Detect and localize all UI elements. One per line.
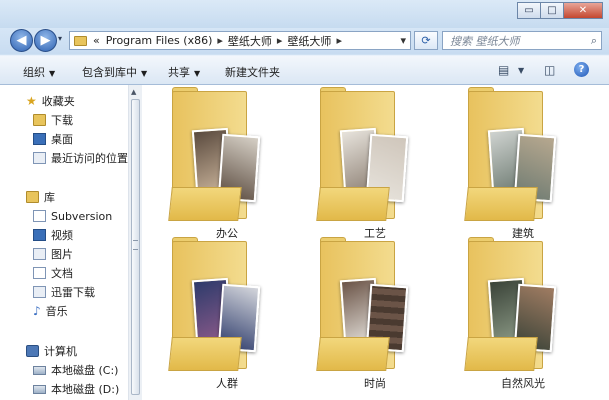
explorer-window: ▭ □ ✕ ◀ ▶ ▾ « Program Files (x86) ▸ 壁纸大师… bbox=[0, 0, 609, 400]
address-dropdown-icon[interactable]: ▾ bbox=[400, 34, 406, 47]
navigation-pane-scrollbar[interactable]: ▲ bbox=[128, 85, 142, 400]
search-icon[interactable]: ⌕ bbox=[591, 34, 597, 48]
scroll-up-arrow-icon[interactable]: ▲ bbox=[131, 88, 136, 96]
chevron-down-icon: ▼ bbox=[49, 69, 56, 78]
breadcrumb-program-files[interactable]: Program Files (x86) bbox=[106, 34, 213, 47]
folder-item[interactable]: 工艺 bbox=[305, 87, 415, 240]
breadcrumb-bizhidashi-current[interactable]: 壁纸大师 bbox=[287, 33, 331, 49]
navigation-bar: ◀ ▶ ▾ « Program Files (x86) ▸ 壁纸大师 ▸ 壁纸大… bbox=[0, 28, 609, 54]
sidebar-item-subversion[interactable]: Subversion bbox=[33, 207, 112, 225]
view-options-chevron-icon[interactable]: ▼ bbox=[518, 66, 524, 75]
pictures-icon bbox=[33, 248, 46, 260]
breadcrumb-arrow-icon[interactable]: ▸ bbox=[336, 34, 342, 47]
folder-thumbnail-icon bbox=[464, 237, 563, 371]
address-bar[interactable]: « Program Files (x86) ▸ 壁纸大师 ▸ 壁纸大师 ▸ ▾ bbox=[69, 31, 411, 50]
sidebar-item-videos[interactable]: 视频 bbox=[33, 226, 73, 244]
downloads-folder-icon bbox=[33, 114, 46, 126]
folder-item[interactable]: 自然风光 bbox=[453, 237, 563, 390]
sidebar-item-drive-c[interactable]: 本地磁盘 (C:) bbox=[33, 361, 118, 379]
star-icon: ★ bbox=[26, 94, 37, 108]
sidebar-item-music[interactable]: ♪ 音乐 bbox=[33, 302, 68, 320]
folder-name: 人群 bbox=[216, 377, 238, 390]
folder-thumbnail-icon bbox=[168, 237, 267, 371]
music-icon: ♪ bbox=[33, 304, 41, 318]
breadcrumb-overflow[interactable]: « bbox=[93, 34, 100, 47]
video-icon bbox=[33, 229, 46, 241]
folder-item[interactable]: 人群 bbox=[157, 237, 267, 390]
navigation-pane: ★ 收藏夹 下载 桌面 最近访问的位置 库 Subversion 视频 图片 文… bbox=[0, 85, 129, 400]
breadcrumb-arrow-icon[interactable]: ▸ bbox=[217, 34, 223, 47]
folder-item[interactable]: 办公 bbox=[157, 87, 267, 240]
forward-button[interactable]: ▶ bbox=[34, 29, 57, 52]
sidebar-item-documents[interactable]: 文档 bbox=[33, 264, 73, 282]
sidebar-item-desktop[interactable]: 桌面 bbox=[33, 130, 73, 148]
library-icon bbox=[26, 191, 39, 203]
preview-pane-icon[interactable]: ◫ bbox=[544, 63, 555, 77]
search-placeholder: 搜索 壁纸大师 bbox=[450, 34, 520, 48]
folder-item[interactable]: 建筑 bbox=[453, 87, 563, 240]
new-folder-button[interactable]: 新建文件夹 bbox=[225, 64, 280, 80]
folder-item[interactable]: 时尚 bbox=[305, 237, 415, 390]
minimize-button[interactable]: ▭ bbox=[517, 2, 541, 19]
file-list: 办公 工艺 建筑 人群 时尚 自然风光 bbox=[142, 85, 609, 400]
folder-thumbnail-icon bbox=[168, 87, 267, 221]
drive-c-icon bbox=[33, 365, 46, 375]
breadcrumb-bizhidashi[interactable]: 壁纸大师 bbox=[228, 33, 272, 49]
folder-thumbnail-icon bbox=[464, 87, 563, 221]
chevron-down-icon: ▼ bbox=[141, 69, 148, 78]
title-bar: ▭ □ ✕ bbox=[0, 0, 609, 28]
sidebar-item-recent-places[interactable]: 最近访问的位置 bbox=[33, 149, 128, 167]
folder-thumbnail-icon bbox=[316, 237, 415, 371]
sidebar-item-downloads[interactable]: 下载 bbox=[33, 111, 73, 129]
help-icon[interactable]: ? bbox=[574, 62, 589, 77]
folder-name: 自然风光 bbox=[501, 377, 545, 390]
maximize-button[interactable]: □ bbox=[540, 2, 564, 19]
folder-icon bbox=[74, 35, 87, 46]
search-box[interactable]: 搜索 壁纸大师 ⌕ bbox=[442, 31, 602, 50]
sidebar-item-computer[interactable]: 计算机 bbox=[26, 342, 77, 360]
command-bar: 组织 ▼ 包含到库中 ▼ 共享 ▼ 新建文件夹 ▤ ▼ ◫ ? bbox=[0, 55, 609, 85]
folder-name: 时尚 bbox=[364, 377, 386, 390]
recent-places-icon bbox=[33, 152, 46, 164]
folder-thumbnail-icon bbox=[316, 87, 415, 221]
sidebar-item-favorites[interactable]: ★ 收藏夹 bbox=[26, 92, 75, 110]
sidebar-item-libraries[interactable]: 库 bbox=[26, 188, 55, 206]
back-button[interactable]: ◀ bbox=[10, 29, 33, 52]
organize-menu[interactable]: 组织 ▼ bbox=[23, 64, 55, 80]
drive-d-icon bbox=[33, 384, 46, 394]
computer-icon bbox=[26, 345, 39, 357]
change-view-icon[interactable]: ▤ bbox=[498, 63, 509, 77]
documents-icon bbox=[33, 267, 46, 279]
chevron-down-icon: ▼ bbox=[194, 69, 201, 78]
share-menu[interactable]: 共享 ▼ bbox=[168, 64, 200, 80]
sidebar-item-pictures[interactable]: 图片 bbox=[33, 245, 73, 263]
grip-icon bbox=[133, 240, 138, 250]
subversion-icon bbox=[33, 210, 46, 222]
desktop-icon bbox=[33, 133, 46, 145]
scrollbar-thumb[interactable] bbox=[131, 99, 140, 395]
close-button[interactable]: ✕ bbox=[563, 2, 603, 19]
include-in-library-menu[interactable]: 包含到库中 ▼ bbox=[82, 64, 147, 80]
refresh-button[interactable]: ⟳ bbox=[414, 31, 438, 50]
breadcrumb-arrow-icon[interactable]: ▸ bbox=[277, 34, 283, 47]
sidebar-item-drive-d[interactable]: 本地磁盘 (D:) bbox=[33, 380, 119, 398]
sidebar-item-thunder-downloads[interactable]: 迅雷下载 bbox=[33, 283, 95, 301]
thunder-download-icon bbox=[33, 286, 46, 298]
recent-pages-chevron-icon[interactable]: ▾ bbox=[58, 34, 62, 43]
